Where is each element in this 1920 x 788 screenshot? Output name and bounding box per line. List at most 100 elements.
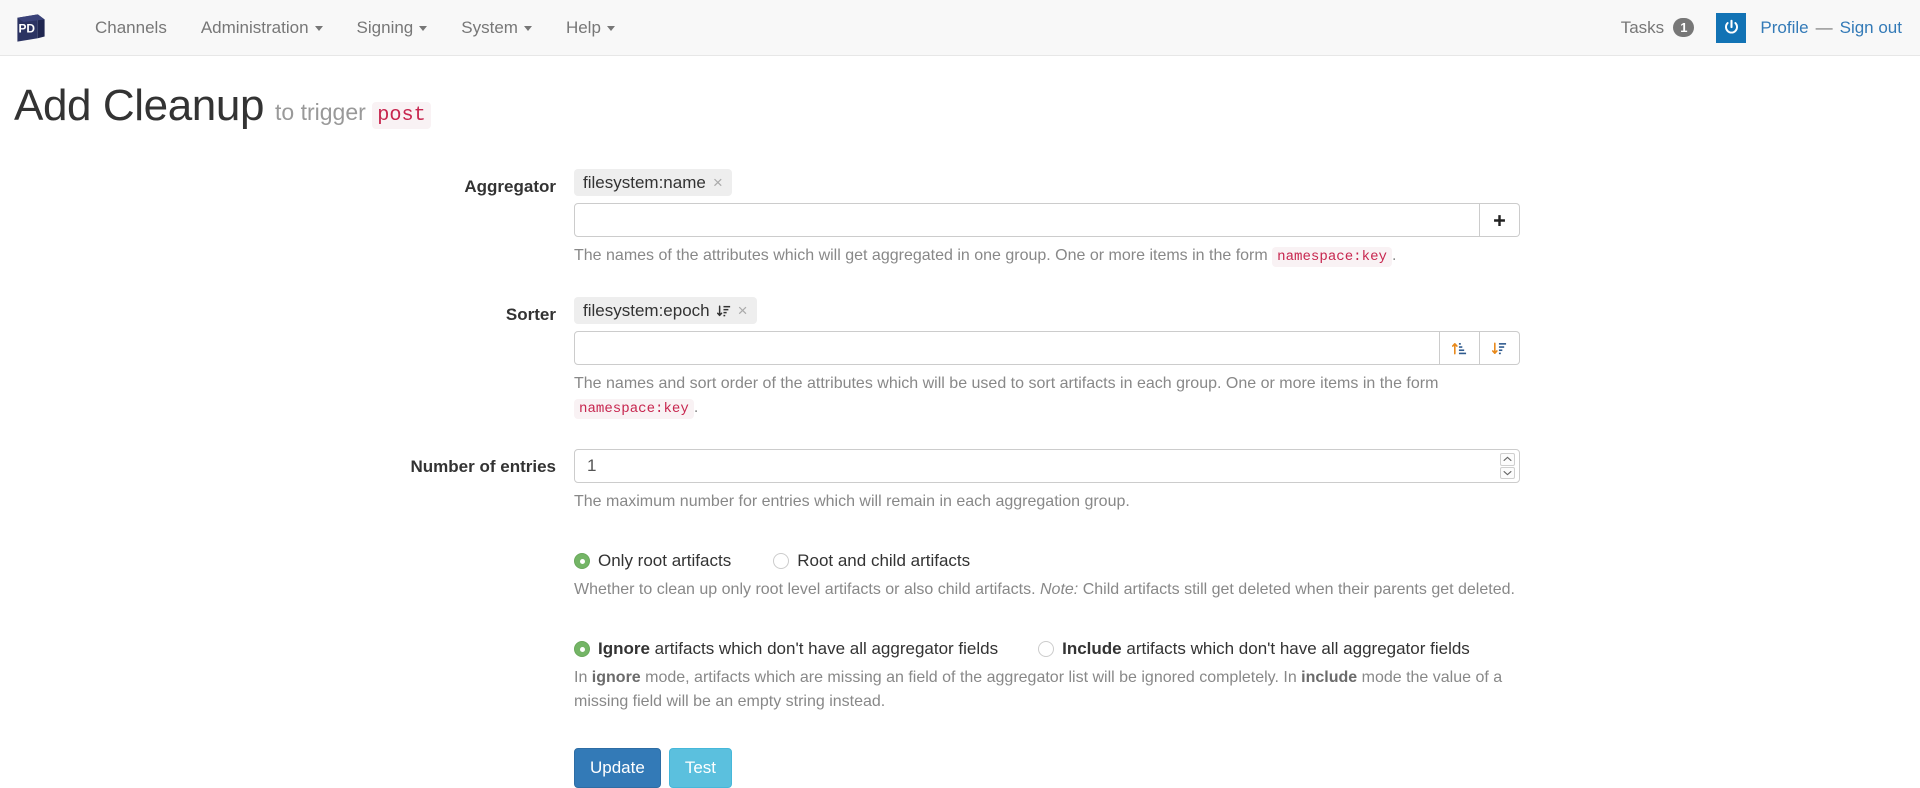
tag-remove-icon[interactable]: × [713, 174, 723, 191]
sort-amount-desc-icon [1492, 342, 1507, 354]
aggregator-input-group [574, 203, 1520, 237]
actions-field: Update Test [574, 740, 1520, 788]
tasks-count-badge: 1 [1673, 18, 1695, 37]
number-input-wrapper [574, 449, 1520, 484]
form-group-actions: Update Test [0, 740, 1920, 788]
aggregator-field: filesystem:name × The names of the attri… [574, 166, 1520, 268]
scope-field: Only root artifacts Root and child artif… [574, 544, 1520, 602]
scope-help-pre: Whether to clean up only root level arti… [574, 581, 1040, 599]
sorter-add-descending-button[interactable] [1480, 331, 1520, 366]
page-subtitle: to trigger post [275, 99, 431, 129]
scope-help: Whether to clean up only root level arti… [574, 578, 1520, 602]
nav-item-label: Help [565, 18, 601, 37]
nav-item-signing[interactable]: Signing [340, 11, 445, 44]
sorter-help-code: namespace:key [574, 399, 694, 420]
sort-amount-desc-icon [716, 305, 730, 316]
page-title: Add Cleanup [14, 81, 265, 130]
stepper-down-button[interactable] [1500, 466, 1515, 480]
help-ignore: ignore [591, 669, 641, 687]
form-group-missing-fields: Ignore artifacts which don't have all ag… [0, 632, 1920, 714]
radio-label-strong: Ignore [598, 639, 650, 659]
radio-indicator[interactable] [1038, 641, 1055, 658]
number-of-entries-field: The maximum number for entries which wil… [574, 446, 1520, 514]
form-group-number-of-entries: Number of entries The [0, 446, 1920, 514]
sorter-help-post: . [693, 399, 699, 417]
radio-root-and-child-artifacts[interactable]: Root and child artifacts [773, 551, 970, 571]
radio-label: Include artifacts which don't have all a… [1062, 639, 1470, 659]
radio-label-rest: artifacts which don't have all aggregato… [1121, 639, 1470, 659]
nav-item-system[interactable]: System [444, 11, 549, 44]
form-group-aggregator: Aggregator filesystem:name × The names o… [0, 166, 1920, 268]
aggregator-help: The names of the attributes which will g… [574, 244, 1520, 268]
aggregator-input[interactable] [574, 203, 1480, 237]
sort-amount-asc-icon [1452, 342, 1467, 355]
radio-label-strong: Include [1062, 639, 1122, 659]
missing-fields-label-empty [0, 632, 574, 714]
power-button[interactable] [1716, 12, 1747, 43]
aggregator-help-post: . [1391, 247, 1397, 264]
scope-help-post: Child artifacts still get deleted when t… [1078, 581, 1515, 599]
radio-indicator[interactable] [773, 553, 790, 570]
top-navbar: PD Channels Administration Signing Syste… [0, 0, 1920, 56]
sorter-add-ascending-button[interactable] [1440, 331, 1480, 366]
scope-help-note: Note: [1040, 581, 1079, 599]
scope-label-empty [0, 544, 574, 602]
page-header: Add Cleanup to trigger post [0, 56, 1920, 130]
number-stepper [1500, 453, 1515, 480]
nav-item-label: Channels [95, 18, 167, 37]
tag-label: filesystem:name [583, 173, 706, 192]
number-of-entries-help: The maximum number for entries which wil… [574, 493, 1130, 511]
number-of-entries-input[interactable] [574, 449, 1520, 484]
profile-link[interactable]: Profile [1760, 18, 1808, 38]
radio-label: Only root artifacts [598, 551, 732, 571]
radio-indicator-selected[interactable] [574, 641, 590, 658]
radio-label: Root and child artifacts [797, 551, 971, 571]
number-of-entries-label: Number of entries [410, 457, 556, 477]
caret-down-icon [523, 26, 532, 31]
aggregator-tag[interactable]: filesystem:name × [574, 169, 732, 196]
sorter-tag[interactable]: filesystem:epoch × [574, 297, 757, 325]
tag-remove-icon[interactable]: × [738, 302, 748, 319]
scope-radio-group: Only root artifacts Root and child artif… [574, 547, 1520, 571]
sorter-input[interactable] [574, 331, 1440, 366]
chevron-up-icon [1503, 457, 1512, 462]
aggregator-help-code: namespace:key [1272, 247, 1392, 267]
pd-cube-logo[interactable]: PD [14, 11, 48, 45]
stepper-up-button[interactable] [1500, 453, 1515, 466]
primary-nav: Channels Administration Signing System H… [78, 11, 632, 44]
update-button[interactable]: Update [574, 748, 661, 788]
sorter-label: Sorter [505, 305, 556, 325]
chevron-down-icon [1503, 470, 1512, 476]
caret-down-icon [606, 26, 615, 31]
power-icon [1724, 19, 1738, 34]
radio-indicator-selected[interactable] [574, 553, 590, 570]
help-c: mode, artifacts which are missing an fie… [640, 669, 1302, 687]
tasks-link[interactable]: Tasks 1 [1609, 10, 1707, 46]
signout-link[interactable]: Sign out [1840, 18, 1902, 38]
trigger-code: post [372, 102, 431, 129]
nav-item-help[interactable]: Help [549, 11, 632, 44]
help-a: In [574, 669, 592, 687]
nav-item-label: Administration [200, 18, 309, 37]
cleanup-form: Aggregator filesystem:name × The names o… [0, 166, 1920, 788]
nav-item-label: System [461, 18, 518, 37]
svg-text:PD: PD [18, 21, 35, 35]
tasks-label: Tasks [1620, 17, 1665, 37]
nav-item-channels[interactable]: Channels [78, 11, 184, 44]
missing-fields-field: Ignore artifacts which don't have all ag… [574, 632, 1520, 714]
nav-item-administration[interactable]: Administration [184, 11, 340, 44]
aggregator-add-button[interactable] [1480, 203, 1520, 237]
page-subtitle-text: to trigger [275, 99, 366, 125]
sorter-help-pre: The names and sort order of the attribut… [574, 375, 1439, 393]
test-button[interactable]: Test [668, 748, 733, 788]
radio-ignore-artifacts[interactable]: Ignore artifacts which don't have all ag… [574, 639, 998, 659]
action-button-row: Update Test [574, 743, 1520, 788]
navbar-right: Tasks 1 Profile — Sign out [1609, 10, 1902, 46]
radio-include-artifacts[interactable]: Include artifacts which don't have all a… [1038, 639, 1470, 659]
radio-only-root-artifacts[interactable]: Only root artifacts [574, 551, 731, 571]
